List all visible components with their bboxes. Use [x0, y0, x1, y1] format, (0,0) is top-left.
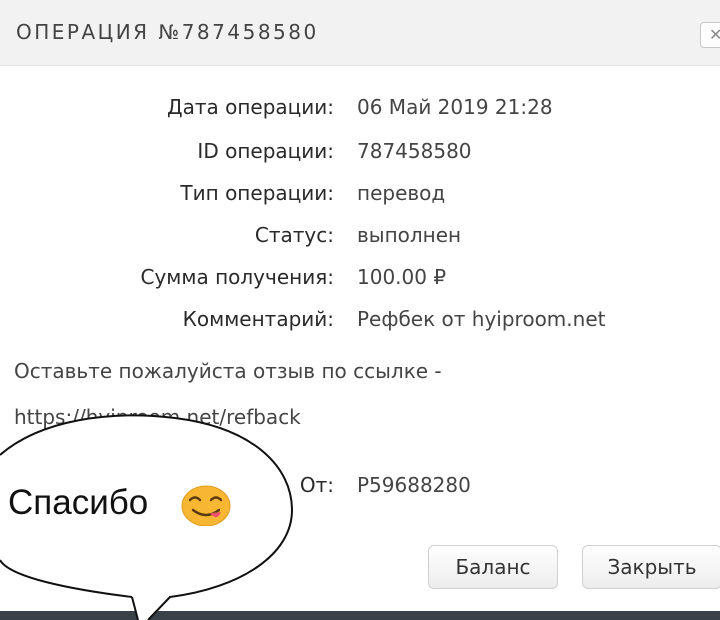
detail-label: Комментарий:: [182, 307, 334, 331]
detail-row-id: ID операции: 787458580: [0, 139, 720, 169]
dialog-footer-bar: [0, 611, 720, 620]
detail-label: Дата операции:: [166, 95, 334, 119]
detail-row-status: Статус: выполнен: [0, 223, 720, 253]
speech-bubble-outline-bottom: [0, 559, 133, 598]
detail-value: P59688280: [357, 473, 471, 497]
comment-text: Оставьте пожалуйста отзыв по ссылке - ht…: [14, 348, 574, 440]
detail-value: 100.00 ₽: [357, 265, 447, 289]
detail-value: перевод: [357, 181, 446, 205]
close-button[interactable]: Закрыть: [582, 545, 720, 589]
detail-row-date: Дата операции: 06 Май 2019 21:28: [0, 95, 720, 125]
detail-value: 06 Май 2019 21:28: [357, 95, 553, 119]
detail-label: Сумма получения:: [140, 265, 335, 289]
detail-label: Статус:: [254, 223, 334, 247]
close-icon[interactable]: ✕: [700, 22, 720, 48]
detail-row-amount: Сумма получения: 100.00 ₽: [0, 265, 720, 295]
speech-bubble-text: Спасибо: [8, 483, 149, 522]
detail-value: выполнен: [357, 223, 462, 247]
detail-label: Тип операции:: [180, 181, 334, 205]
detail-value: Рефбек от hyiproom.net: [357, 307, 606, 331]
detail-value: 787458580: [357, 139, 472, 163]
detail-label: ID операции:: [197, 139, 334, 163]
comment-line: Оставьте пожалуйста отзыв по ссылке -: [14, 359, 442, 383]
detail-row-type: Тип операции: перевод: [0, 181, 720, 211]
balance-button[interactable]: Баланс: [428, 545, 558, 589]
yum-face-icon: [181, 485, 231, 526]
detail-row-comment: Комментарий: Рефбек от hyiproom.net: [0, 307, 720, 337]
detail-label: От:: [299, 473, 334, 497]
dialog-header: ОПЕРАЦИЯ №787458580 ✕: [0, 0, 720, 66]
dialog-title: ОПЕРАЦИЯ №787458580: [16, 20, 319, 44]
comment-link[interactable]: https://hyiproom.net/refback: [14, 394, 574, 440]
